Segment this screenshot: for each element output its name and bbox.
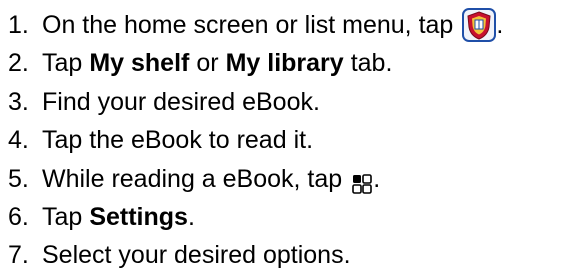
settings-label: Settings (89, 202, 188, 231)
my-shelf-label: My shelf (89, 49, 190, 78)
menu-grid-icon (351, 168, 373, 194)
step-1: 1. On the home screen or list menu, tap … (8, 6, 583, 44)
step-number: 1. (8, 11, 29, 39)
step-number: 6. (8, 202, 29, 231)
step-number: 7. (8, 241, 29, 270)
step-2-text-start: Tap (42, 49, 83, 78)
step-5-period: . (373, 164, 381, 193)
step-number: 5. (8, 164, 29, 193)
step-4: 4. Tap the eBook to read it. (8, 121, 583, 159)
app-shield-icon (462, 8, 497, 43)
step-1-text: On the home screen or list menu, tap (42, 11, 454, 39)
instructions-document: 1. On the home screen or list menu, tap … (0, 0, 588, 276)
step-6-text: Tap (42, 202, 83, 231)
steps-list: 1. On the home screen or list menu, tap … (8, 6, 583, 275)
step-6-period: . (187, 202, 195, 231)
step-1-period: . (496, 11, 504, 39)
step-3-text: Find your desired eBook. (42, 87, 320, 116)
step-3: 3. Find your desired eBook. (8, 83, 583, 121)
step-6: 6. Tap Settings . (8, 198, 583, 236)
step-7: 7. Select your desired options. (8, 236, 583, 274)
step-text: On the home screen or list menu, tap . (42, 6, 503, 44)
step-5: 5. While reading a eBook, tap . (8, 160, 583, 198)
step-2: 2. Tap My shelf or My library tab. (8, 44, 583, 82)
step-text: Tap My shelf or My library tab. (42, 44, 392, 82)
step-text: Tap Settings . (42, 198, 195, 236)
step-5-text: While reading a eBook, tap (42, 164, 343, 193)
step-4-text: Tap the eBook to read it. (42, 126, 314, 155)
step-number: 4. (8, 126, 29, 155)
step-number: 2. (8, 49, 29, 78)
step-text: While reading a eBook, tap . (42, 160, 380, 198)
step-7-text: Select your desired options. (42, 241, 351, 270)
step-number: 3. (8, 87, 29, 116)
my-library-label: My library (225, 49, 344, 78)
step-2-or: or (196, 49, 219, 78)
step-2-text-end: tab. (350, 49, 393, 78)
